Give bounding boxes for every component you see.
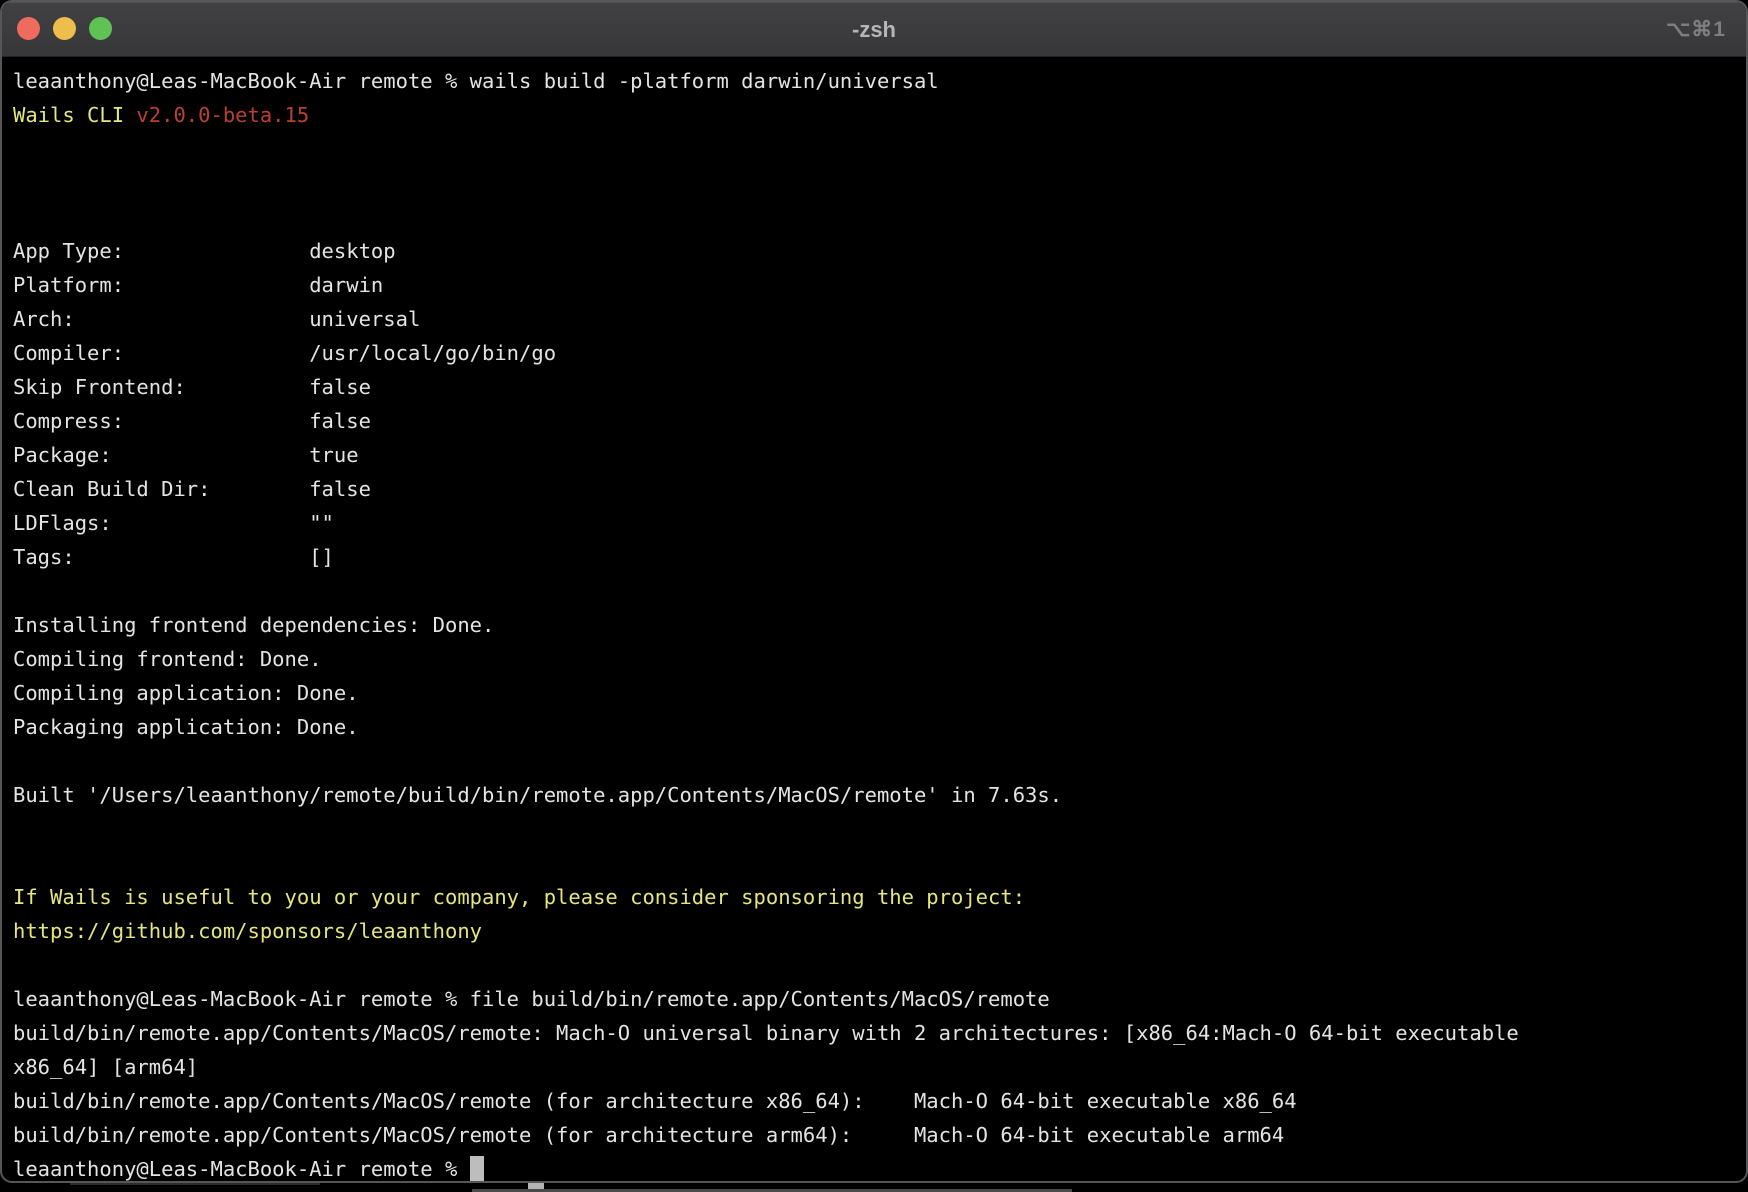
terminal-line: Wails CLI v2.0.0-beta.15 xyxy=(13,98,1735,132)
terminal-line: If Wails is useful to you or your compan… xyxy=(13,880,1735,914)
tab-shortcut-hint: ⌥⌘1 xyxy=(1666,2,1726,57)
terminal-line: Skip Frontend: false xyxy=(13,370,1735,404)
terminal-line: https://github.com/sponsors/leaanthony xyxy=(13,914,1735,948)
terminal-line: Compiler: /usr/local/go/bin/go xyxy=(13,336,1735,370)
terminal-line: Tags: [] xyxy=(13,540,1735,574)
terminal-line xyxy=(13,812,1735,846)
terminal-line: Packaging application: Done. xyxy=(13,710,1735,744)
terminal-line xyxy=(13,166,1735,200)
terminal-line: leaanthony@Leas-MacBook-Air remote % fil… xyxy=(13,982,1735,1016)
terminal-line: LDFlags: "" xyxy=(13,506,1735,540)
close-button[interactable] xyxy=(17,17,40,40)
terminal-line: Platform: darwin xyxy=(13,268,1735,302)
terminal-line: leaanthony@Leas-MacBook-Air remote % xyxy=(13,1152,1735,1183)
terminal-line xyxy=(13,846,1735,880)
zoom-button[interactable] xyxy=(89,17,112,40)
terminal-line: build/bin/remote.app/Contents/MacOS/remo… xyxy=(13,1084,1735,1118)
terminal-line: Compress: false xyxy=(13,404,1735,438)
terminal-line xyxy=(13,574,1735,608)
terminal-line: Installing frontend dependencies: Done. xyxy=(13,608,1735,642)
terminal-line xyxy=(13,200,1735,234)
minimize-button[interactable] xyxy=(53,17,76,40)
terminal-line: Clean Build Dir: false xyxy=(13,472,1735,506)
terminal-line: build/bin/remote.app/Contents/MacOS/remo… xyxy=(13,1118,1735,1152)
terminal-line: Package: true xyxy=(13,438,1735,472)
window-title: -zsh xyxy=(2,2,1746,57)
terminal-screen[interactable]: leaanthony@Leas-MacBook-Air remote % wai… xyxy=(2,57,1746,1183)
traffic-lights xyxy=(17,17,112,40)
terminal-line: build/bin/remote.app/Contents/MacOS/remo… xyxy=(13,1016,1735,1050)
terminal-line: Compiling frontend: Done. xyxy=(13,642,1735,676)
background-window-fragment xyxy=(70,1183,320,1185)
terminal-cursor xyxy=(470,1156,484,1183)
terminal-line: x86_64] [arm64] xyxy=(13,1050,1735,1084)
titlebar[interactable]: -zsh ⌥⌘1 xyxy=(2,2,1746,57)
terminal-window: -zsh ⌥⌘1 leaanthony@Leas-MacBook-Air rem… xyxy=(0,0,1748,1183)
terminal-line: App Type: desktop xyxy=(13,234,1735,268)
terminal-line xyxy=(13,744,1735,778)
terminal-line: Built '/Users/leaanthony/remote/build/bi… xyxy=(13,778,1735,812)
terminal-line xyxy=(13,948,1735,982)
terminal-line: Compiling application: Done. xyxy=(13,676,1735,710)
terminal-line: Arch: universal xyxy=(13,302,1735,336)
terminal-line: leaanthony@Leas-MacBook-Air remote % wai… xyxy=(13,64,1735,98)
background-window-sliver xyxy=(0,1183,1748,1192)
terminal-line xyxy=(13,132,1735,166)
